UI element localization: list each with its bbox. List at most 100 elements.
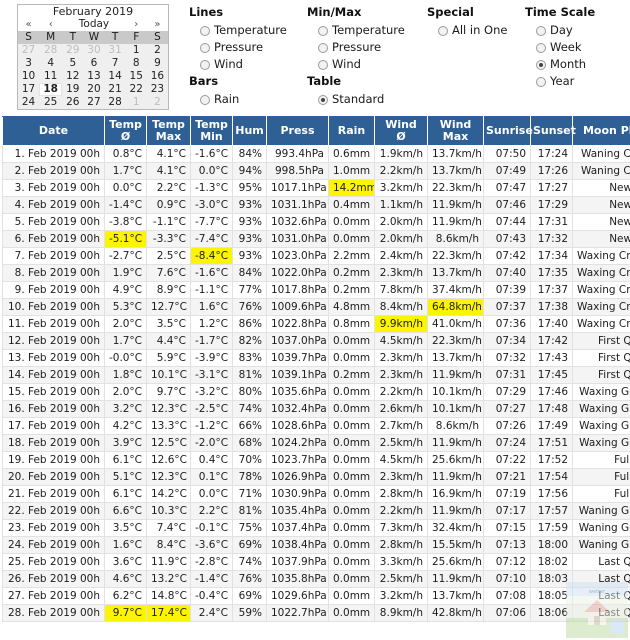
calendar-next-button[interactable]: › <box>126 18 147 31</box>
calendar-day-selected[interactable]: 18 <box>39 83 63 96</box>
cell-date: 22. Feb 2019 00h <box>2 502 105 520</box>
calendar-day[interactable]: 10 <box>18 70 39 83</box>
radio-icon[interactable] <box>200 94 210 105</box>
radio-minmax-wind[interactable]: Wind <box>307 56 417 73</box>
weather-table-body: 1. Feb 2019 00h 0.8°C 4.1°C -1.6°C 84% 993.4h… <box>2 145 630 622</box>
calendar-day[interactable]: 9 <box>147 57 168 70</box>
calendar-day[interactable]: 16 <box>147 70 168 83</box>
calendar-day[interactable]: 29 <box>62 44 83 57</box>
cell-wmax: 10.1km/h <box>427 383 484 401</box>
calendar-first-button[interactable]: « <box>18 18 39 31</box>
cell-tmin: 2.2°C <box>190 502 233 520</box>
cell-date: 24. Feb 2019 00h <box>2 536 105 554</box>
table-row: 19. Feb 2019 00h 6.1°C 12.6°C 0.4°C 70% 1023.… <box>2 451 630 469</box>
calendar-day[interactable]: 26 <box>62 96 83 109</box>
radio-icon[interactable] <box>318 94 328 105</box>
calendar-day[interactable]: 6 <box>83 57 104 70</box>
calendar-day[interactable]: 28 <box>39 44 62 57</box>
radio-icon[interactable] <box>318 59 328 70</box>
calendar-day[interactable]: 1 <box>126 44 147 57</box>
calendar-day[interactable]: 4 <box>39 57 62 70</box>
calendar-day[interactable]: 22 <box>126 83 147 96</box>
column-header-hum[interactable]: Hum <box>232 116 267 146</box>
radio-lines-pressure[interactable]: Pressure <box>189 39 299 56</box>
radio-time-month[interactable]: Month <box>525 56 625 73</box>
radio-minmax-temperature[interactable]: Temperature <box>307 22 417 39</box>
radio-time-year[interactable]: Year <box>525 73 625 90</box>
cell-press: 1029.6hPa <box>266 587 329 605</box>
calendar-day[interactable]: 21 <box>105 83 126 96</box>
cell-hum: 74% <box>232 553 267 571</box>
cell-wavg: 1.1km/h <box>374 196 428 214</box>
column-header-tmax[interactable]: Temp Max <box>146 116 191 146</box>
radio-label: Temperature <box>214 23 287 37</box>
radio-minmax-pressure[interactable]: Pressure <box>307 39 417 56</box>
radio-icon[interactable] <box>318 42 328 53</box>
radio-icon[interactable] <box>200 42 210 53</box>
cell-wmax: 8.6km/h <box>427 230 484 248</box>
cell-tmin: -3.6°C <box>190 536 233 554</box>
cell-press: 1035.6hPa <box>266 383 329 401</box>
calendar-last-button[interactable]: » <box>147 18 168 31</box>
column-header-wmax[interactable]: Wind Max <box>427 116 484 146</box>
radio-time-day[interactable]: Day <box>525 22 625 39</box>
calendar-prev-button[interactable]: ‹ <box>39 18 62 31</box>
radio-icon[interactable] <box>200 25 210 36</box>
column-header-tmin[interactable]: Temp Min <box>190 116 233 146</box>
calendar-day[interactable]: 30 <box>83 44 104 57</box>
calendar-day[interactable]: 8 <box>126 57 147 70</box>
table-row: 1. Feb 2019 00h 0.8°C 4.1°C -1.6°C 84% 993.4h… <box>2 145 630 163</box>
column-header-rain[interactable]: Rain <box>328 116 375 146</box>
calendar-day[interactable]: 27 <box>18 44 39 57</box>
calendar-day[interactable]: 7 <box>105 57 126 70</box>
calendar-day[interactable]: 31 <box>105 44 126 57</box>
radio-table-standard[interactable]: Standard <box>307 91 417 108</box>
date-picker-calendar[interactable]: February 2019 « ‹ Today › » S M T W T F … <box>17 4 169 110</box>
column-header-tavg[interactable]: Temp Ø <box>104 116 147 146</box>
radio-icon[interactable] <box>536 76 546 87</box>
calendar-day[interactable]: 24 <box>18 96 39 109</box>
calendar-day[interactable]: 17 <box>18 83 39 96</box>
cell-tavg: 5.3°C <box>104 298 147 316</box>
calendar-day[interactable]: 1 <box>126 96 147 109</box>
calendar-day[interactable]: 19 <box>62 83 83 96</box>
cell-date: 13. Feb 2019 00h <box>2 349 105 367</box>
column-header-moon[interactable]: Moon Phase <box>572 116 630 146</box>
cell-rain: 0.0mm <box>328 468 375 486</box>
calendar-week-row: 24 25 26 27 28 1 2 <box>18 96 168 109</box>
calendar-day[interactable]: 5 <box>62 57 83 70</box>
column-header-sunset[interactable]: Sunset <box>530 116 576 146</box>
cell-tavg: -5.1°C <box>104 230 147 248</box>
radio-lines-temperature[interactable]: Temperature <box>189 22 299 39</box>
calendar-day[interactable]: 15 <box>126 70 147 83</box>
cell-wavg: 2.6km/h <box>374 400 428 418</box>
calendar-day[interactable]: 23 <box>147 83 168 96</box>
calendar-day[interactable]: 13 <box>83 70 104 83</box>
radio-special-all-in-one[interactable]: All in One <box>427 22 517 39</box>
calendar-day[interactable]: 12 <box>62 70 83 83</box>
column-header-sunrise[interactable]: Sunrise <box>483 116 533 146</box>
radio-bars-rain[interactable]: Rain <box>189 91 299 108</box>
radio-time-week[interactable]: Week <box>525 39 625 56</box>
calendar-day[interactable]: 25 <box>39 96 62 109</box>
calendar-day[interactable]: 27 <box>83 96 104 109</box>
radio-icon[interactable] <box>200 59 210 70</box>
radio-icon[interactable] <box>536 59 546 70</box>
radio-icon[interactable] <box>536 42 546 53</box>
cell-sunrise: 07:50 <box>483 145 531 163</box>
column-header-date[interactable]: Date <box>2 116 105 146</box>
calendar-day[interactable]: 14 <box>105 70 126 83</box>
calendar-day[interactable]: 2 <box>147 96 168 109</box>
calendar-day[interactable]: 11 <box>39 70 62 83</box>
calendar-today-button[interactable]: Today <box>62 18 125 31</box>
calendar-day[interactable]: 28 <box>105 96 126 109</box>
radio-icon[interactable] <box>318 25 328 36</box>
calendar-day[interactable]: 2 <box>147 44 168 57</box>
calendar-day[interactable]: 3 <box>18 57 39 70</box>
radio-icon[interactable] <box>438 25 448 36</box>
column-header-press[interactable]: Press <box>266 116 329 146</box>
column-header-wavg[interactable]: Wind Ø <box>374 116 428 146</box>
calendar-day[interactable]: 20 <box>83 83 104 96</box>
radio-lines-wind[interactable]: Wind <box>189 56 299 73</box>
radio-icon[interactable] <box>536 25 546 36</box>
